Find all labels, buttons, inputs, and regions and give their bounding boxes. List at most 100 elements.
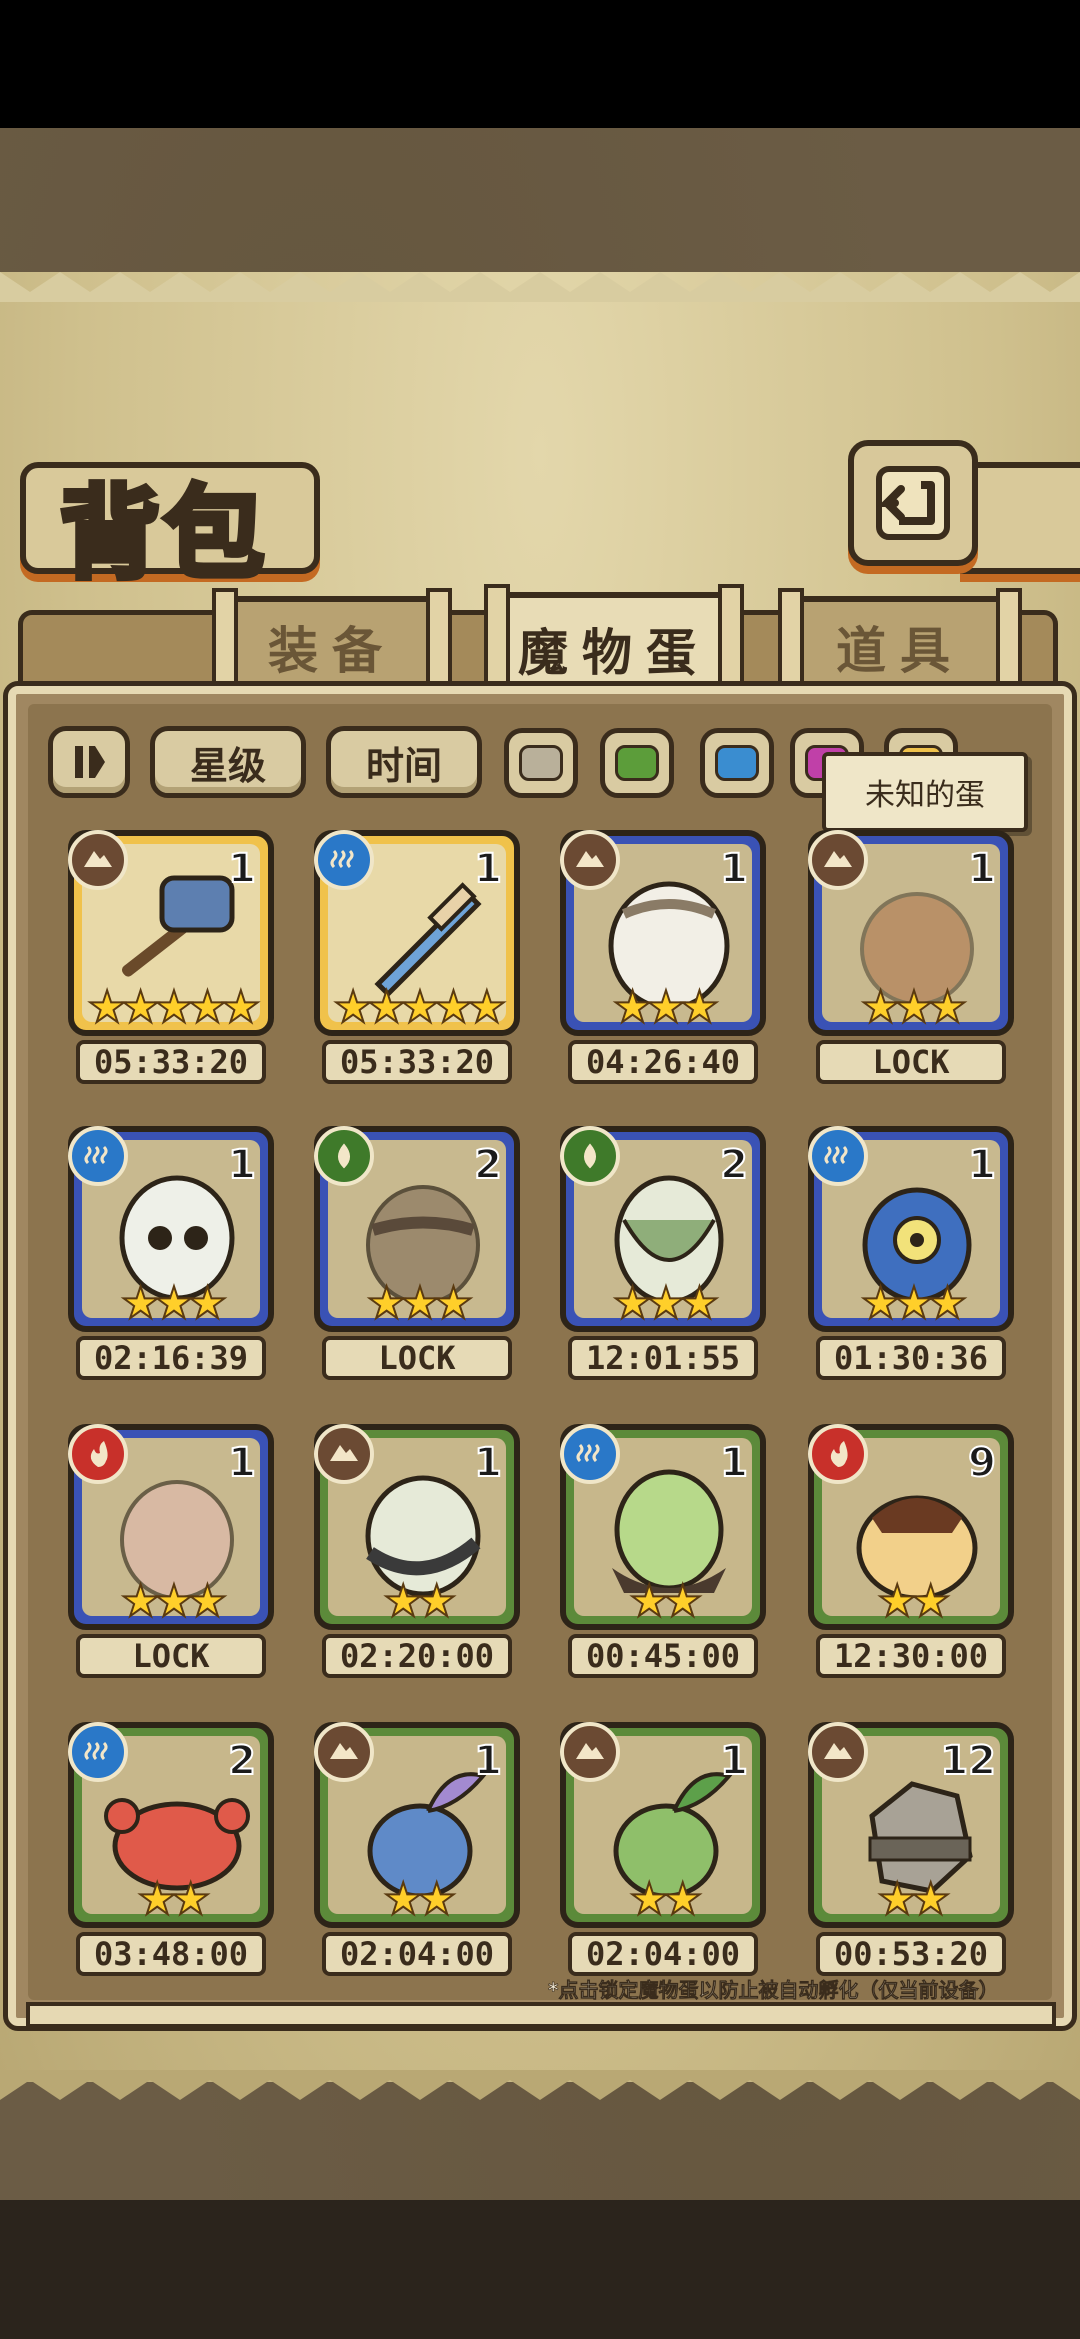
star-rating: ★★ (877, 1874, 952, 1925)
back-plate (960, 462, 1080, 574)
hatch-timer: 03:48:00 (76, 1932, 266, 1976)
hatch-timer: 12:01:55 (568, 1336, 758, 1380)
egg-card[interactable]: 1 ★★★★★ (68, 830, 274, 1036)
egg-card[interactable]: 1 ★★ (560, 1424, 766, 1630)
egg-card[interactable]: 1 ★★★ (808, 1126, 1014, 1332)
egg-slot[interactable]: 1 ★★ 02:20:00 (314, 1424, 524, 1678)
tab-items[interactable]: 道具 (778, 588, 1022, 704)
earth-element-icon (808, 830, 868, 890)
egg-count: 1 (719, 1737, 749, 1785)
egg-count: 1 (227, 845, 257, 893)
star-rating: ★★★ (860, 1278, 968, 1329)
water-element-icon (68, 1722, 128, 1782)
page-title: 背包 (57, 471, 268, 595)
egg-card[interactable]: 1 ★★ (560, 1722, 766, 1928)
egg-slot[interactable]: 9 ★★ 12:30:00 (808, 1424, 1018, 1678)
egg-card[interactable]: 1 ★★ (314, 1722, 520, 1928)
egg-card[interactable]: 1 ★★★ (68, 1424, 274, 1630)
egg-slot[interactable]: 1 ★★★ 04:26:40 (560, 830, 770, 1084)
earth-element-icon (314, 1722, 374, 1782)
filter-green-button[interactable] (600, 728, 674, 798)
water-element-icon (808, 1126, 868, 1186)
wood-element-icon (560, 1126, 620, 1186)
star-rating: ★★ (629, 1576, 704, 1627)
panel-footer-bar (26, 2002, 1056, 2028)
zigzag-border-top (0, 272, 1080, 302)
egg-slot[interactable]: 1 ★★ 02:04:00 (560, 1722, 770, 1976)
sort-time-button[interactable]: 时间 (326, 726, 482, 798)
star-rating: ★★★ (120, 1576, 228, 1627)
egg-count: 2 (473, 1141, 503, 1189)
egg-card[interactable]: 1 ★★★ (560, 830, 766, 1036)
hatch-timer: 01:30:36 (816, 1336, 1006, 1380)
egg-slot[interactable]: 1 ★★★ 01:30:36 (808, 1126, 1018, 1380)
star-rating: ★★★★★ (86, 982, 261, 1033)
egg-count: 1 (473, 1439, 503, 1487)
hatch-timer: 05:33:20 (322, 1040, 512, 1084)
filter-grey-button[interactable] (504, 728, 578, 798)
wood-element-icon (314, 1126, 374, 1186)
hatch-timer: 00:53:20 (816, 1932, 1006, 1976)
water-element-icon (68, 1126, 128, 1186)
egg-slot[interactable]: 1 ★★★ LOCK (808, 830, 1018, 1084)
egg-count: 12 (939, 1737, 997, 1785)
star-rating: ★★★ (860, 982, 968, 1033)
egg-card[interactable]: 1 ★★★ (68, 1126, 274, 1332)
hatch-timer: 05:33:20 (76, 1040, 266, 1084)
sort-star-button[interactable]: 星级 (150, 726, 306, 798)
zigzag-border-bottom (0, 2070, 1080, 2100)
fire-element-icon (68, 1424, 128, 1484)
return-arrow-icon (876, 466, 950, 540)
egg-count: 1 (473, 1737, 503, 1785)
star-rating: ★★★ (120, 1278, 228, 1329)
status-bar (0, 0, 1080, 128)
egg-count: 1 (227, 1141, 257, 1189)
egg-count: 9 (967, 1439, 997, 1487)
earth-element-icon (560, 1722, 620, 1782)
egg-slot[interactable]: 1 ★★ 00:45:00 (560, 1424, 770, 1678)
egg-card[interactable]: 9 ★★ (808, 1424, 1014, 1630)
egg-count: 2 (227, 1737, 257, 1785)
egg-card[interactable]: 2 ★★★ (560, 1126, 766, 1332)
tab-equipment[interactable]: 装备 (212, 588, 452, 704)
egg-card[interactable]: 12 ★★ (808, 1722, 1014, 1928)
egg-card[interactable]: 1 ★★ (314, 1424, 520, 1630)
back-button[interactable] (848, 440, 978, 566)
hatch-timer: 12:30:00 (816, 1634, 1006, 1678)
sort-order-button[interactable] (48, 726, 130, 798)
egg-slot[interactable]: 2 ★★★ 12:01:55 (560, 1126, 770, 1380)
egg-slot[interactable]: 1 ★★★★★ 05:33:20 (314, 830, 524, 1084)
egg-slot[interactable]: 1 ★★★★★ 05:33:20 (68, 830, 278, 1084)
lock-label: LOCK (76, 1634, 266, 1678)
egg-card[interactable]: 1 ★★★ (808, 830, 1014, 1036)
egg-slot[interactable]: 2 ★★ 03:48:00 (68, 1722, 278, 1976)
star-rating: ★★ (629, 1874, 704, 1925)
tooltip-unknown-egg: 未知的蛋 (822, 752, 1028, 832)
earth-element-icon (314, 1424, 374, 1484)
egg-count: 1 (967, 845, 997, 893)
tab-monster-eggs[interactable]: 魔物蛋 (484, 584, 744, 700)
lock-label: LOCK (816, 1040, 1006, 1084)
star-rating: ★★★★★ (332, 982, 507, 1033)
star-rating: ★★★ (612, 1278, 720, 1329)
egg-card[interactable]: 2 ★★★ (314, 1126, 520, 1332)
hatch-timer: 02:04:00 (568, 1932, 758, 1976)
fire-element-icon (808, 1424, 868, 1484)
hatch-timer: 02:16:39 (76, 1336, 266, 1380)
egg-count: 1 (719, 845, 749, 893)
egg-count: 1 (719, 1439, 749, 1487)
egg-card[interactable]: 2 ★★ (68, 1722, 274, 1928)
earth-element-icon (68, 830, 128, 890)
egg-slot[interactable]: 12 ★★ 00:53:20 (808, 1722, 1018, 1976)
egg-slot[interactable]: 1 ★★★ LOCK (68, 1424, 278, 1678)
egg-card[interactable]: 1 ★★★★★ (314, 830, 520, 1036)
hatch-timer: 02:20:00 (322, 1634, 512, 1678)
egg-slot[interactable]: 1 ★★★ 02:16:39 (68, 1126, 278, 1380)
egg-slot[interactable]: 1 ★★ 02:04:00 (314, 1722, 524, 1976)
star-rating: ★★ (383, 1576, 458, 1627)
egg-slot[interactable]: 2 ★★★ LOCK (314, 1126, 524, 1380)
egg-count: 1 (227, 1439, 257, 1487)
filter-blue-button[interactable] (700, 728, 774, 798)
star-rating: ★★★ (366, 1278, 474, 1329)
bottom-bar (0, 2200, 1080, 2339)
